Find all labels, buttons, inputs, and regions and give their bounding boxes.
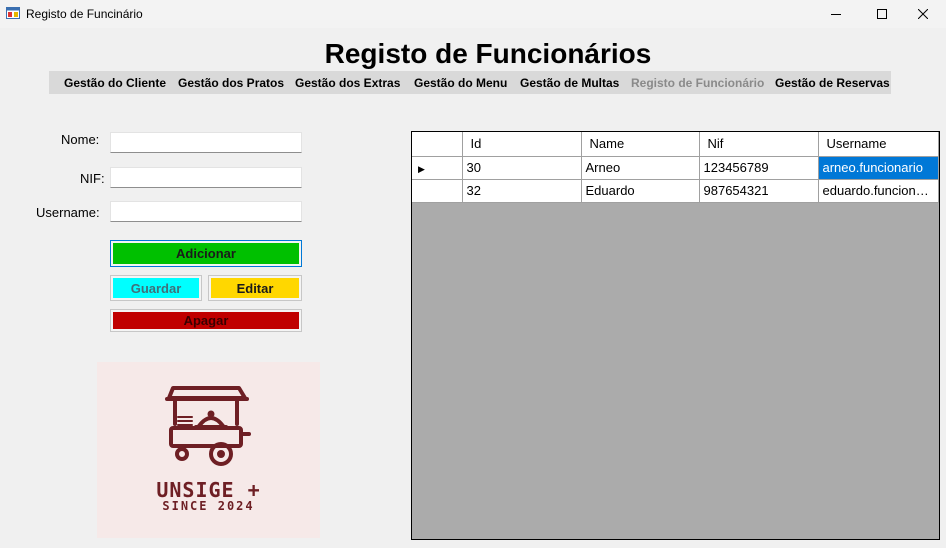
delete-button-label: Apagar: [113, 312, 299, 329]
table-row[interactable]: 32 Eduardo 987654321 eduardo.funcionario: [412, 179, 939, 203]
close-icon: [918, 9, 928, 19]
food-cart-icon: [165, 386, 251, 466]
column-header-name[interactable]: Name: [581, 132, 700, 157]
menu-bar: Gestão do Cliente Gestão dos Pratos Gest…: [49, 71, 891, 94]
minimize-button[interactable]: [813, 0, 859, 28]
menu-item-registo-funcionario: Registo de Funcionário: [631, 76, 765, 90]
row-header[interactable]: ▶: [412, 156, 463, 180]
username-label: Username:: [36, 205, 100, 220]
cell-username[interactable]: arneo.funcionario: [818, 156, 939, 180]
cell-nif[interactable]: 123456789: [699, 156, 819, 180]
logo: UNSIGE + SINCE 2024: [97, 362, 320, 538]
row-header[interactable]: [412, 179, 463, 203]
cell-id[interactable]: 32: [462, 179, 582, 203]
page-title: Registo de Funcionários: [324, 38, 652, 69]
add-button[interactable]: Adicionar: [110, 240, 302, 267]
cell-id[interactable]: 30: [462, 156, 582, 180]
cell-nif[interactable]: 987654321: [699, 179, 819, 203]
menu-item-gestao-menu[interactable]: Gestão do Menu: [414, 76, 507, 90]
menu-item-gestao-multas[interactable]: Gestão de Multas: [520, 76, 619, 90]
save-button[interactable]: Guardar: [110, 275, 202, 301]
column-header-username[interactable]: Username: [818, 132, 939, 157]
edit-button[interactable]: Editar: [208, 275, 302, 301]
table-row[interactable]: ▶ 30 Arneo 123456789 arneo.funcionario: [412, 156, 939, 180]
cell-name[interactable]: Arneo: [581, 156, 700, 180]
grid-header-row: Id Name Nif Username: [412, 132, 939, 157]
nif-label: NIF:: [80, 171, 105, 186]
title-bar: Registo de Funcinário: [0, 0, 946, 28]
minimize-icon: [831, 14, 841, 15]
maximize-icon: [877, 9, 887, 19]
cell-username[interactable]: eduardo.funcionario: [818, 179, 939, 203]
grid-corner-header[interactable]: [412, 132, 463, 157]
maximize-button[interactable]: [859, 0, 905, 28]
current-row-arrow-icon: ▶: [418, 164, 425, 174]
close-button[interactable]: [900, 0, 946, 28]
save-button-label: Guardar: [113, 278, 199, 298]
menu-item-gestao-extras[interactable]: Gestão dos Extras: [295, 76, 400, 90]
logo-since: SINCE 2024: [162, 499, 255, 513]
menu-item-gestao-pratos[interactable]: Gestão dos Pratos: [178, 76, 284, 90]
username-input[interactable]: [110, 201, 302, 222]
employees-grid[interactable]: Id Name Nif Username ▶ 30 Arneo 12345678…: [411, 131, 940, 540]
window-title: Registo de Funcinário: [26, 7, 143, 21]
column-header-id[interactable]: Id: [462, 132, 582, 157]
column-header-nif[interactable]: Nif: [699, 132, 819, 157]
add-button-label: Adicionar: [113, 243, 299, 264]
nif-input[interactable]: [110, 167, 302, 188]
app-icon: [6, 7, 20, 19]
nome-label: Nome:: [61, 132, 100, 147]
nome-input[interactable]: [110, 132, 302, 153]
delete-button[interactable]: Apagar: [110, 309, 302, 332]
edit-button-label: Editar: [211, 278, 299, 298]
menu-item-gestao-cliente[interactable]: Gestão do Cliente: [64, 76, 166, 90]
cell-name[interactable]: Eduardo: [581, 179, 700, 203]
menu-item-gestao-reservas[interactable]: Gestão de Reservas: [775, 76, 890, 90]
